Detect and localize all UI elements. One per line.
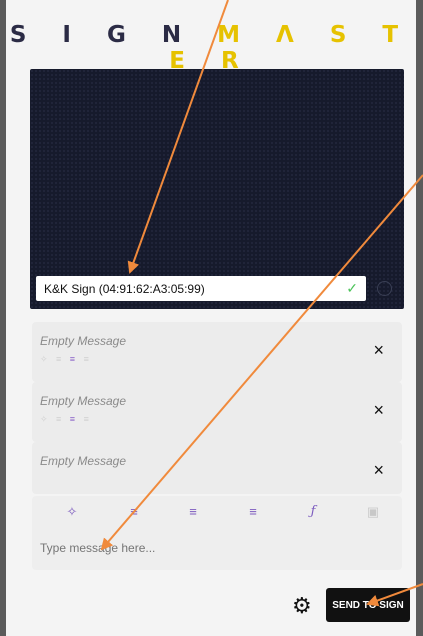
message-card[interactable]: Empty Message × [32,442,402,494]
close-icon[interactable]: × [373,400,384,421]
sign-preview-screen: K&K Sign (04:91:62:A3:05:99) ✓ [30,69,404,309]
align-right-icon[interactable]: ≡ [242,504,264,522]
gear-icon[interactable]: ⚙ [292,593,312,619]
align-icons: ✧ ≡ ≡ ≡ [40,414,92,424]
align-center-icon[interactable]: ≡ [182,504,204,522]
message-card[interactable]: Empty Message ✧ ≡ ≡ ≡ × [32,322,402,382]
message-label: Empty Message [40,454,127,468]
message-editor: ✧ ≡ ≡ ≡ ƒ ▣ [32,496,402,570]
message-label: Empty Message [40,394,127,408]
send-to-sign-button[interactable]: SEND TO SIGN [326,588,410,622]
close-icon[interactable]: × [373,340,384,361]
signmaster-logo: S I G N M Λ S T E R [9,22,413,74]
editor-toolbar: ✧ ≡ ≡ ≡ ƒ ▣ [32,504,402,522]
message-label: Empty Message [40,334,127,348]
align-icons: ✧ ≡ ≡ ≡ [40,354,92,364]
check-icon: ✓ [346,280,358,296]
close-icon[interactable]: × [373,460,384,481]
message-input[interactable] [38,540,342,556]
align-left-icon[interactable]: ≡ [123,504,145,522]
loading-spinner-icon [377,281,392,296]
app-panel: S I G N M Λ S T E R K&K Sign (04:91:62:A… [6,0,416,636]
image-icon[interactable]: ▣ [362,504,384,522]
sparkle-icon[interactable]: ✧ [61,504,83,522]
connection-status[interactable]: K&K Sign (04:91:62:A3:05:99) ✓ [36,276,366,301]
message-card[interactable]: Empty Message ✧ ≡ ≡ ≡ × [32,382,402,442]
font-icon[interactable]: ƒ [302,504,324,522]
connection-label: K&K Sign (04:91:62:A3:05:99) [44,282,205,296]
